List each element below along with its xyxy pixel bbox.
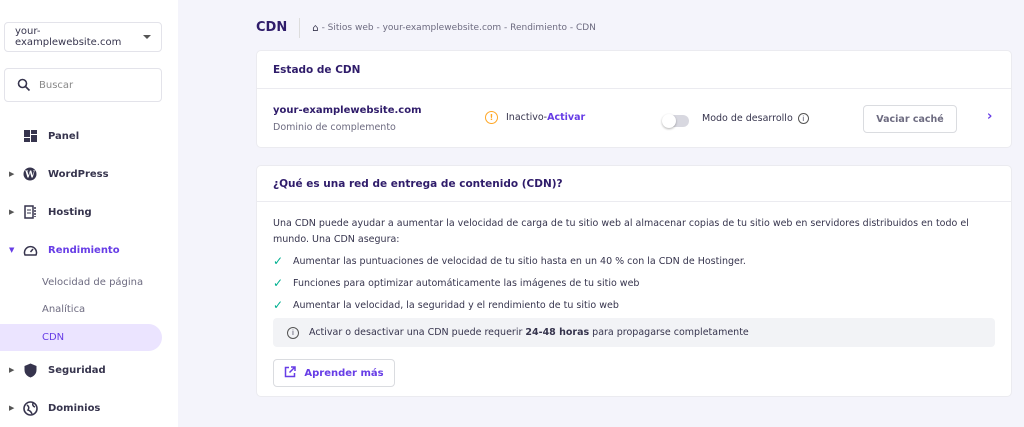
benefit-item: ✓ Aumentar la velocidad, la seguridad y e… bbox=[273, 298, 619, 312]
search-icon bbox=[17, 78, 31, 92]
sidebar-item-label: Dominios bbox=[48, 402, 101, 414]
sidebar-item-label: Hosting bbox=[48, 206, 92, 218]
sidebar-item-panel[interactable]: Panel bbox=[0, 128, 178, 144]
sidebar: your-examplewebsite.com Buscar Panel ▶ W W… bbox=[0, 0, 178, 427]
status-text: Inactivo bbox=[506, 112, 544, 123]
server-icon bbox=[22, 204, 38, 220]
notice-text: Activar o desactivar una CDN puede reque… bbox=[309, 327, 523, 338]
card-title: Estado de CDN bbox=[257, 51, 1011, 89]
check-icon: ✓ bbox=[273, 276, 284, 290]
sidebar-item-wordpress[interactable]: ▶ W WordPress bbox=[0, 166, 178, 182]
domain-type: Dominio de complemento bbox=[273, 122, 396, 133]
site-select-value: your-examplewebsite.com bbox=[15, 26, 122, 48]
sidebar-item-seguridad[interactable]: ▶ Seguridad bbox=[0, 362, 178, 378]
benefit-text: Aumentar las puntuaciones de velocidad d… bbox=[293, 255, 746, 267]
dev-mode-toggle[interactable] bbox=[662, 114, 689, 128]
search-input[interactable]: Buscar bbox=[4, 68, 162, 102]
dev-mode-label: Modo de desarrollo bbox=[702, 113, 793, 124]
search-placeholder: Buscar bbox=[39, 79, 74, 91]
warning-icon: ! bbox=[485, 111, 498, 124]
propagation-notice: i Activar o desactivar una CDN puede req… bbox=[273, 318, 995, 347]
cdn-status: ! Inactivo - Activar bbox=[485, 111, 585, 124]
cdn-status-card: Estado de CDN your-examplewebsite.com Do… bbox=[256, 50, 1012, 148]
site-select[interactable]: your-examplewebsite.com bbox=[4, 22, 162, 52]
benefit-text: Funciones para optimizar automáticamente… bbox=[293, 277, 640, 289]
sidebar-subitem-analitica[interactable]: Analítica bbox=[42, 304, 85, 315]
chevron-down-icon bbox=[143, 35, 151, 39]
sidebar-item-label: Panel bbox=[48, 130, 80, 142]
external-link-icon bbox=[284, 365, 297, 381]
notice-bold: 24-48 horas bbox=[525, 327, 590, 338]
sidebar-item-label: WordPress bbox=[48, 168, 109, 180]
caret-right-icon: ▶ bbox=[9, 366, 15, 374]
breadcrumb: - Sitios web - your-examplewebsite.com -… bbox=[321, 23, 596, 33]
chevron-right-icon[interactable]: › bbox=[987, 109, 992, 124]
benefit-item: ✓ Funciones para optimizar automáticament… bbox=[273, 276, 639, 290]
cdn-intro: Una CDN puede ayudar a aumentar la veloc… bbox=[273, 218, 969, 245]
clear-cache-button[interactable]: Vaciar caché bbox=[863, 105, 957, 133]
check-icon: ✓ bbox=[273, 298, 284, 312]
sidebar-item-hosting[interactable]: ▶ Hosting bbox=[0, 204, 178, 220]
sidebar-item-label: Rendimiento bbox=[48, 244, 120, 256]
sidebar-item-rendimiento[interactable]: ▼ Rendimiento bbox=[0, 242, 178, 258]
sidebar-item-label: Seguridad bbox=[48, 364, 106, 376]
sidebar-subitem-cdn[interactable]: CDN bbox=[0, 324, 162, 351]
activate-link[interactable]: Activar bbox=[547, 112, 585, 123]
check-icon: ✓ bbox=[273, 254, 284, 268]
caret-down-icon: ▼ bbox=[9, 246, 15, 254]
domain-name: your-examplewebsite.com bbox=[273, 105, 422, 116]
benefit-text: Aumentar la velocidad, la seguridad y el… bbox=[293, 299, 619, 311]
info-icon[interactable]: i bbox=[797, 113, 809, 124]
speedometer-icon bbox=[22, 242, 38, 258]
card-title: ¿Qué es una red de entrega de contenido … bbox=[257, 166, 1011, 202]
cdn-info-card: ¿Qué es una red de entrega de contenido … bbox=[256, 165, 1012, 397]
globe-icon bbox=[22, 400, 38, 416]
info-icon: i bbox=[287, 326, 299, 339]
sidebar-item-dominios[interactable]: ▶ Dominios bbox=[0, 400, 178, 416]
notice-text-end: para propagarse completamente bbox=[592, 327, 749, 338]
learn-more-label: Aprender más bbox=[304, 367, 384, 379]
shield-icon bbox=[22, 362, 38, 378]
benefit-item: ✓ Aumentar las puntuaciones de velocidad … bbox=[273, 254, 746, 268]
home-icon[interactable]: ⌂ bbox=[312, 23, 318, 34]
dashboard-icon bbox=[22, 128, 38, 144]
page-title: CDN bbox=[256, 18, 301, 38]
learn-more-button[interactable]: Aprender más bbox=[273, 359, 395, 387]
svg-text:W: W bbox=[24, 171, 36, 181]
wordpress-icon: W bbox=[22, 166, 38, 182]
caret-right-icon: ▶ bbox=[9, 208, 15, 216]
caret-right-icon: ▶ bbox=[9, 170, 15, 178]
sidebar-subitem-velocidad[interactable]: Velocidad de página bbox=[42, 277, 143, 288]
caret-right-icon: ▶ bbox=[9, 404, 15, 412]
